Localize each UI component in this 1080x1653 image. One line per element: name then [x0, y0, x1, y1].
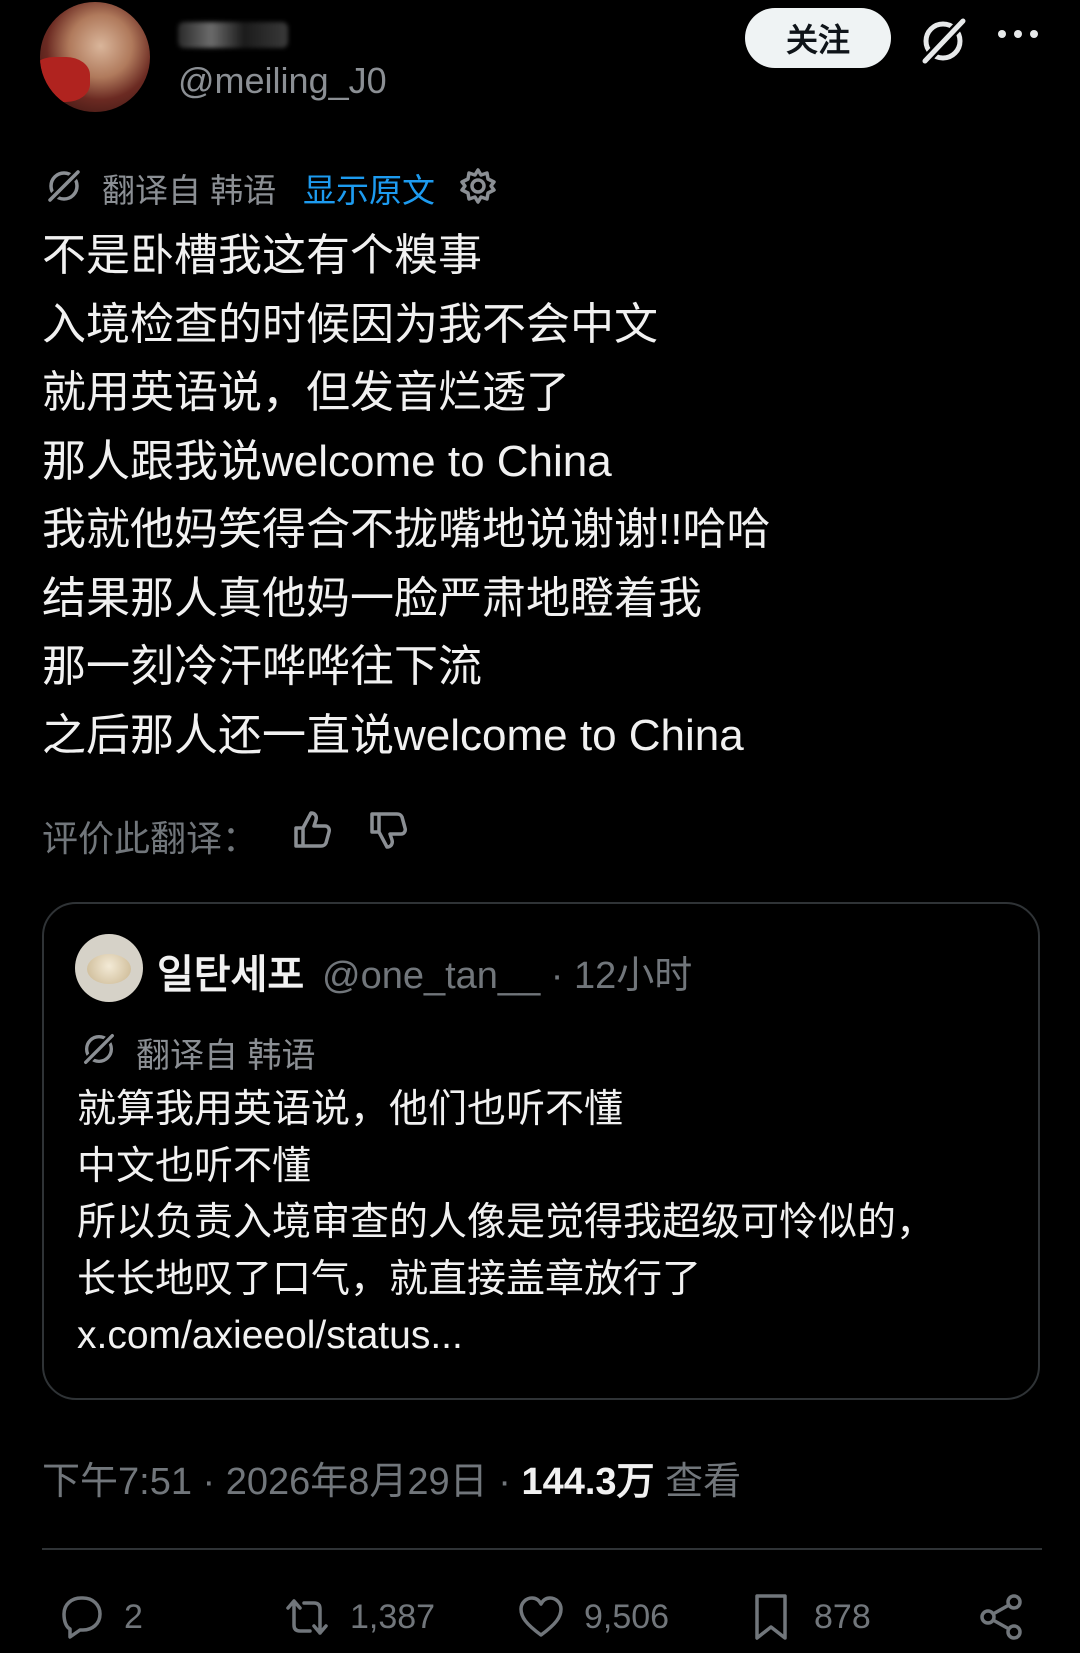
quoted-translated-from-label: 翻译自 韩语	[136, 1037, 316, 1075]
share-icon	[980, 1594, 1022, 1640]
reply-button[interactable]: 2	[56, 1592, 143, 1642]
divider	[42, 1548, 1042, 1550]
thumbs-up-icon[interactable]	[290, 808, 334, 852]
author-handle[interactable]: @meiling_J0	[178, 60, 387, 102]
tweet-line: 那一刻冷汗哗哗往下流	[42, 642, 482, 691]
grok-icon[interactable]	[915, 13, 971, 69]
tweet-line: 我就他妈笑得合不拢嘴地说谢谢!!哈哈	[42, 505, 771, 554]
like-button[interactable]: 9,506	[516, 1592, 669, 1642]
quoted-author-handle-time: @one_tan__ · 12小时	[322, 955, 693, 997]
tweet-line: 那人跟我说welcome to China	[42, 436, 612, 486]
rate-translation-label: 评价此翻译：	[42, 818, 259, 859]
quoted-line: 所以负责入境审查的人像是觉得我超级可怜似的，	[77, 1201, 936, 1244]
quoted-line: 就算我用英语说，他们也听不懂	[77, 1088, 624, 1131]
quoted-author-name[interactable]: 일탄세포	[157, 942, 304, 1000]
view-count: 144.3万	[521, 1461, 655, 1503]
more-horizontal-icon[interactable]	[995, 24, 1041, 44]
quoted-line: 长长地叹了口气，就直接盖章放行了	[77, 1257, 702, 1301]
share-button[interactable]	[976, 1592, 1044, 1642]
repost-button[interactable]: 1,387	[282, 1592, 435, 1642]
like-count: 9,506	[584, 1597, 670, 1636]
quoted-link[interactable]: x.com/axieeol/status...	[77, 1308, 935, 1365]
timestamp-time: 下午7:51 · 2026年8月29日 ·	[42, 1461, 522, 1503]
thumbs-down-icon[interactable]	[366, 808, 410, 852]
bookmark-icon	[755, 1594, 787, 1640]
tweet-line: 之后那人还一直说welcome to China	[42, 710, 744, 760]
views-label: 查看	[654, 1461, 742, 1503]
author-display-name-redacted[interactable]	[178, 22, 288, 48]
reply-count: 2	[124, 1597, 143, 1636]
follow-button[interactable]: 关注	[745, 8, 891, 68]
gear-icon[interactable]	[458, 166, 498, 206]
tweet-line: 不是卧槽我这有个糗事	[42, 231, 482, 280]
quoted-line: 中文也听不懂	[77, 1144, 312, 1188]
quoted-author-avatar[interactable]	[75, 934, 143, 1002]
author-avatar[interactable]	[40, 2, 150, 112]
translated-from-label: 翻译自 韩语	[102, 172, 277, 209]
tweet-line: 结果那人真他妈一脸严肃地瞪着我	[42, 573, 702, 623]
bookmark-button[interactable]: 878	[746, 1592, 871, 1642]
tweet-text: 不是卧槽我这有个糗事 入境检查的时候因为我不会中文 就用英语说，但发音烂透了 那…	[42, 222, 770, 770]
heart-icon	[519, 1596, 563, 1637]
translate-grok-icon	[81, 1031, 117, 1067]
repost-count: 1,387	[350, 1597, 436, 1636]
tweet-line: 入境检查的时候因为我不会中文	[42, 299, 658, 349]
repost-icon	[286, 1599, 328, 1635]
show-original-link[interactable]: 显示原文	[303, 164, 435, 212]
bookmark-count: 878	[814, 1597, 871, 1636]
translate-grok-icon	[45, 167, 83, 205]
quoted-tweet-text: 就算我用英语说，他们也听不懂 中文也听不懂 所以负责入境审查的人像是觉得我超级可…	[77, 1082, 935, 1365]
tweet-line: 就用英语说，但发音烂透了	[42, 368, 570, 417]
reply-icon	[62, 1596, 102, 1639]
tweet-timestamp: 下午7:51 · 2026年8月29日 · 144.3万 查看	[42, 1450, 741, 1505]
